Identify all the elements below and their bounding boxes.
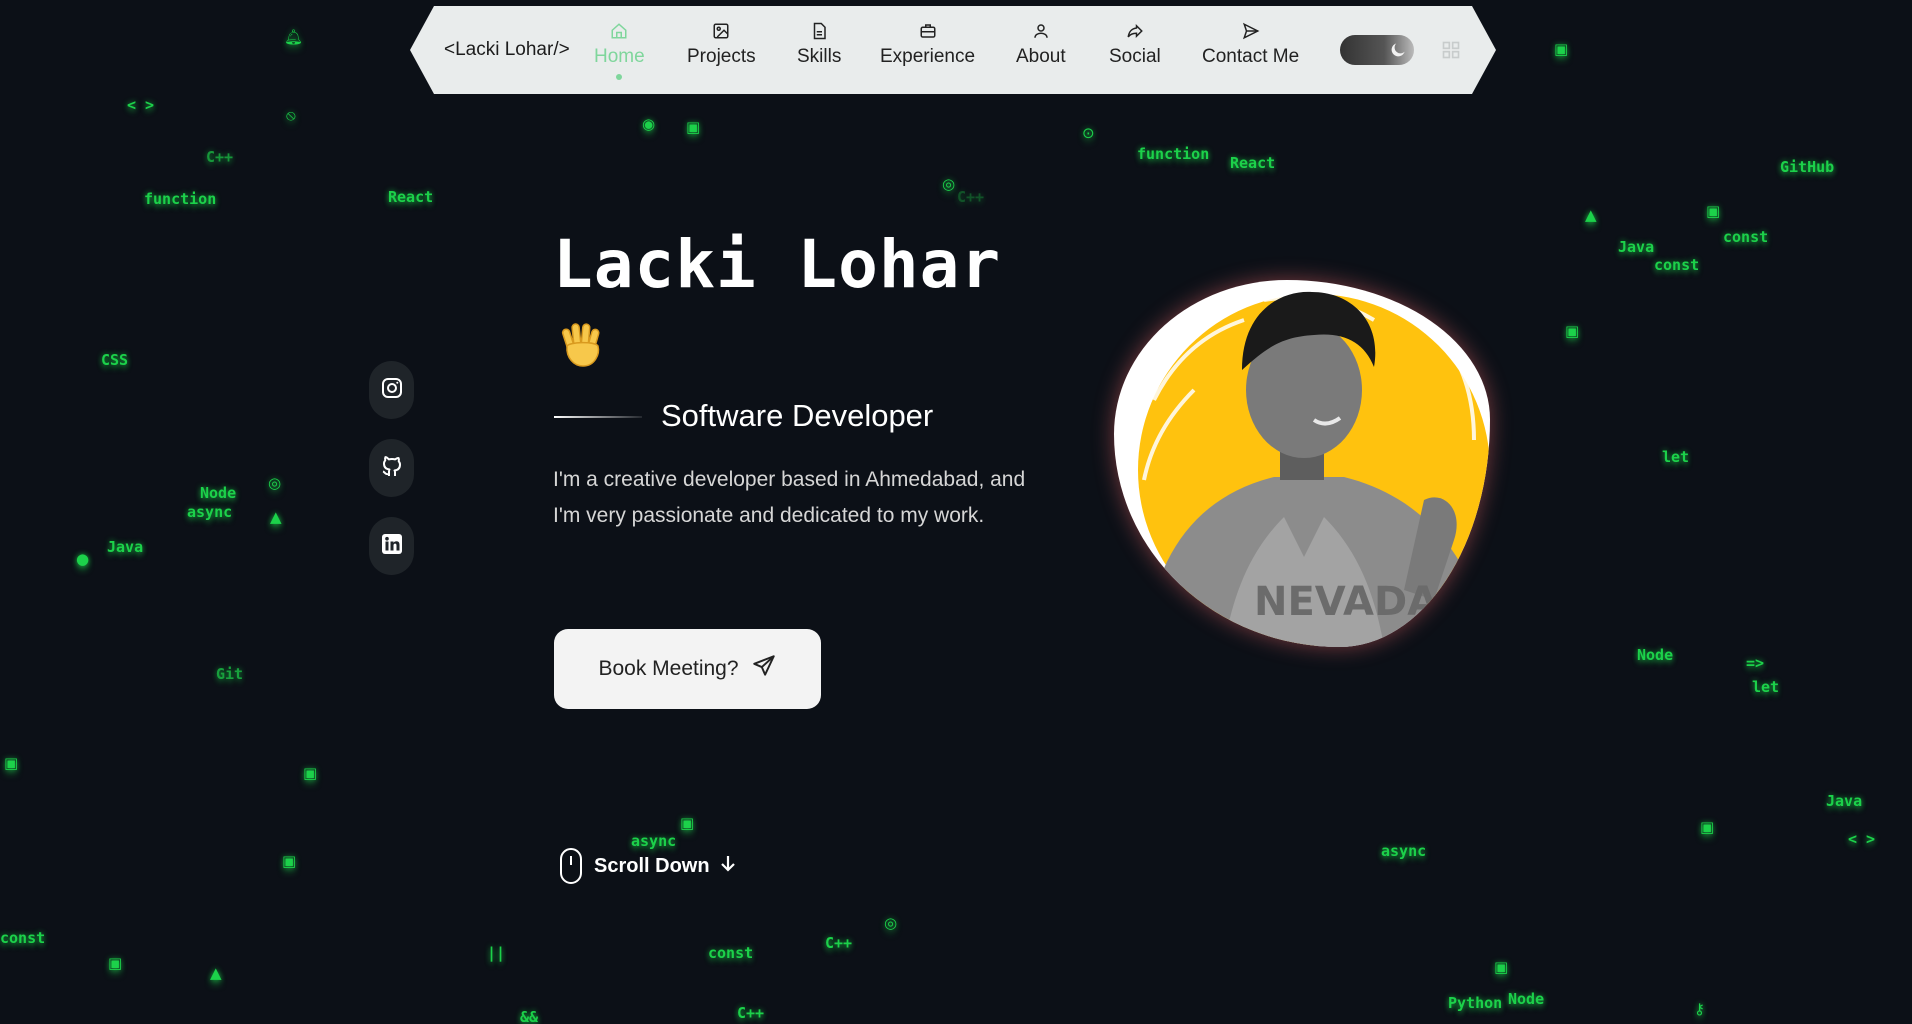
hero-name: Lacki Lohar bbox=[553, 226, 1002, 303]
github-icon bbox=[380, 454, 404, 482]
bg-code-word: const bbox=[1723, 228, 1769, 246]
bg-square-icon: ▣ bbox=[108, 954, 123, 972]
bg-square-icon: ▣ bbox=[4, 754, 19, 772]
nav-item-about[interactable]: About bbox=[1016, 22, 1066, 68]
nav-item-social[interactable]: Social bbox=[1109, 22, 1161, 68]
bg-square-icon: ▣ bbox=[303, 764, 318, 782]
theme-toggle[interactable] bbox=[1340, 35, 1414, 65]
bg-target-icon: ◎ bbox=[884, 914, 898, 932]
bg-code-word: Node bbox=[1637, 646, 1674, 664]
bg-code-word: Java bbox=[1826, 792, 1863, 810]
nav-label: Contact Me bbox=[1202, 46, 1300, 67]
instagram-icon bbox=[380, 376, 404, 404]
bg-drop-icon: ● bbox=[76, 550, 90, 568]
github-link[interactable] bbox=[369, 439, 414, 497]
bg-code-word: Node bbox=[200, 484, 237, 502]
moon-icon bbox=[1388, 40, 1408, 64]
bg-code-word: Python bbox=[1448, 994, 1503, 1012]
bg-bell-icon: 🔔︎ bbox=[284, 28, 304, 46]
nav-item-projects[interactable]: Projects bbox=[687, 22, 756, 68]
bg-drop-icon: ⊙ bbox=[1082, 124, 1095, 142]
bg-bell-icon: ▲ bbox=[1585, 206, 1597, 224]
bg-code-word: const bbox=[1654, 256, 1700, 274]
book-meeting-button[interactable]: Book Meeting? bbox=[554, 629, 821, 709]
bg-code-word: || bbox=[487, 944, 506, 962]
book-meeting-label: Book Meeting? bbox=[598, 657, 739, 680]
bg-code-word: let bbox=[1752, 678, 1780, 696]
bg-code-word: Git bbox=[216, 665, 244, 683]
bg-code-word: React bbox=[388, 188, 434, 206]
nav-label: Social bbox=[1109, 46, 1161, 67]
bg-code-word: async bbox=[187, 503, 233, 521]
bg-bell-icon: ▲ bbox=[210, 964, 222, 982]
bg-square-icon: ▣ bbox=[1706, 202, 1721, 220]
bg-code-word: GitHub bbox=[1780, 158, 1835, 176]
share-icon bbox=[1109, 22, 1161, 40]
bg-book-icon: ▣ bbox=[686, 118, 701, 136]
image-icon bbox=[687, 22, 756, 40]
bg-code-word: let bbox=[1662, 448, 1690, 466]
arrow-down-icon bbox=[710, 854, 736, 878]
svg-text:NEVADA: NEVADA bbox=[1254, 579, 1438, 625]
bg-code-word: C++ bbox=[957, 188, 985, 206]
grid-icon[interactable] bbox=[1441, 40, 1461, 64]
linkedin-link[interactable] bbox=[369, 517, 414, 575]
bg-code-word: C++ bbox=[825, 934, 853, 952]
bg-square-icon: ▣ bbox=[282, 852, 297, 870]
send-icon bbox=[1202, 22, 1299, 40]
bg-code-word: C++ bbox=[737, 1004, 765, 1022]
bg-code-word: C++ bbox=[206, 148, 234, 166]
bg-code-word: async bbox=[1381, 842, 1427, 860]
waving-hand-icon bbox=[558, 320, 608, 374]
bg-square-icon: ▣ bbox=[680, 814, 695, 832]
nav-item-contact[interactable]: Contact Me bbox=[1202, 22, 1299, 68]
bg-code-word: const bbox=[0, 929, 46, 947]
bg-target-icon: ◎ bbox=[942, 175, 956, 193]
bg-code-word: Node bbox=[1508, 990, 1545, 1008]
bio-text: I'm a creative developer based in Ahmeda… bbox=[553, 468, 1026, 527]
bg-code-word: CSS bbox=[101, 351, 129, 369]
bg-code-word: Java bbox=[107, 538, 144, 556]
brand-logo[interactable]: <Lacki Lohar/> bbox=[444, 39, 570, 61]
scroll-down-link[interactable]: Scroll Down bbox=[560, 848, 736, 884]
nav-label: Skills bbox=[797, 46, 842, 67]
bg-key-icon: ⚷ bbox=[1694, 1000, 1705, 1018]
bg-code-word: function bbox=[144, 190, 217, 208]
nav-label: Projects bbox=[687, 46, 756, 67]
bg-target-icon: ◎ bbox=[268, 474, 282, 492]
nav-label: Experience bbox=[880, 46, 976, 67]
bg-square-icon: ▣ bbox=[1700, 818, 1715, 836]
bg-compass-icon: ◉ bbox=[642, 115, 656, 133]
bg-code-word: < > bbox=[1848, 830, 1876, 848]
send-icon bbox=[739, 653, 777, 685]
bg-code-word: React bbox=[1230, 154, 1276, 172]
bg-square-icon: ▣ bbox=[1554, 40, 1569, 58]
role-title: Software Developer bbox=[661, 398, 934, 433]
bg-code-word: Java bbox=[1618, 238, 1655, 256]
bg-ban-icon: ⦸ bbox=[286, 106, 296, 124]
bg-bell-icon: ▲ bbox=[270, 508, 282, 526]
bg-code-word: => bbox=[1746, 654, 1765, 672]
nav-label: Home bbox=[594, 46, 645, 67]
nav-item-home[interactable]: Home bbox=[594, 22, 645, 80]
bg-square-icon: ▣ bbox=[1494, 958, 1509, 976]
briefcase-icon bbox=[880, 22, 975, 40]
nav-item-experience[interactable]: Experience bbox=[880, 22, 975, 68]
nav-label: About bbox=[1016, 46, 1066, 67]
bg-code-word: < > bbox=[127, 96, 155, 114]
linkedin-icon bbox=[380, 532, 404, 560]
bg-code-word: && bbox=[520, 1008, 539, 1024]
bg-square-icon: ▣ bbox=[1565, 322, 1580, 340]
instagram-link[interactable] bbox=[369, 361, 414, 419]
nav-item-skills[interactable]: Skills bbox=[797, 22, 841, 68]
mouse-icon bbox=[560, 848, 582, 884]
user-icon bbox=[1016, 22, 1066, 40]
home-icon bbox=[594, 22, 645, 40]
bg-code-word: function bbox=[1137, 145, 1210, 163]
file-icon bbox=[797, 22, 841, 40]
scroll-down-label: Scroll Down bbox=[594, 854, 710, 877]
bg-code-word: const bbox=[708, 944, 754, 962]
role-divider bbox=[554, 416, 642, 418]
